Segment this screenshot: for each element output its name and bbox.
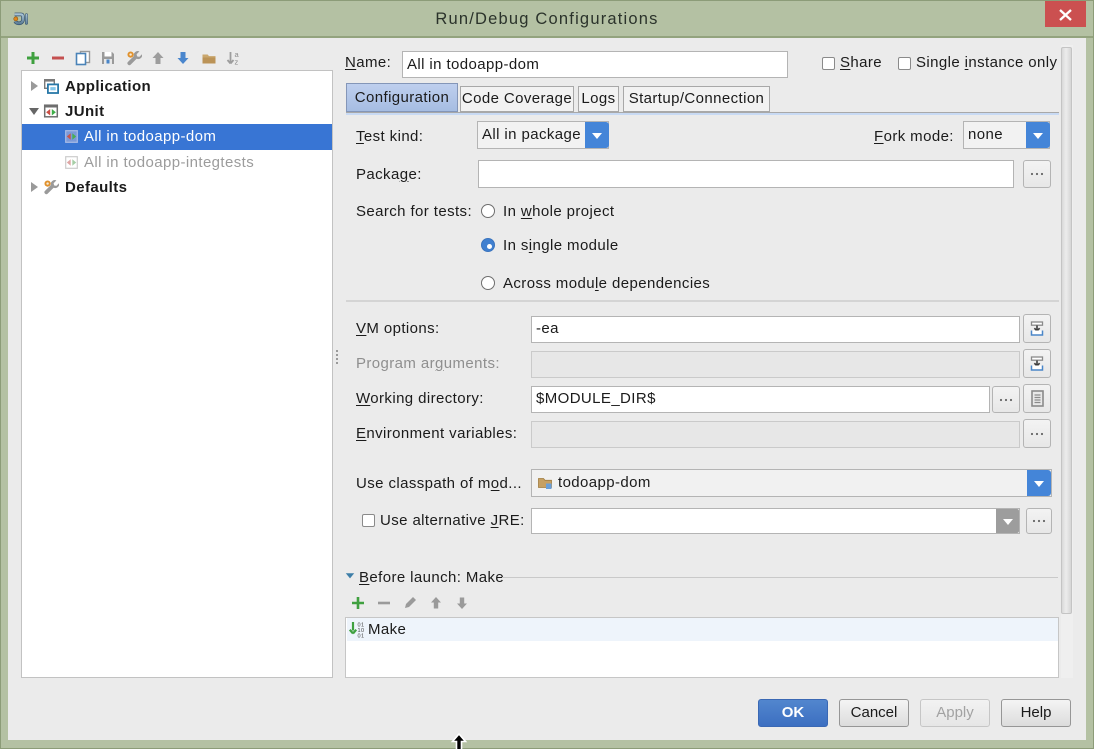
svg-text:z: z: [235, 58, 239, 67]
svg-text:01: 01: [358, 634, 365, 639]
